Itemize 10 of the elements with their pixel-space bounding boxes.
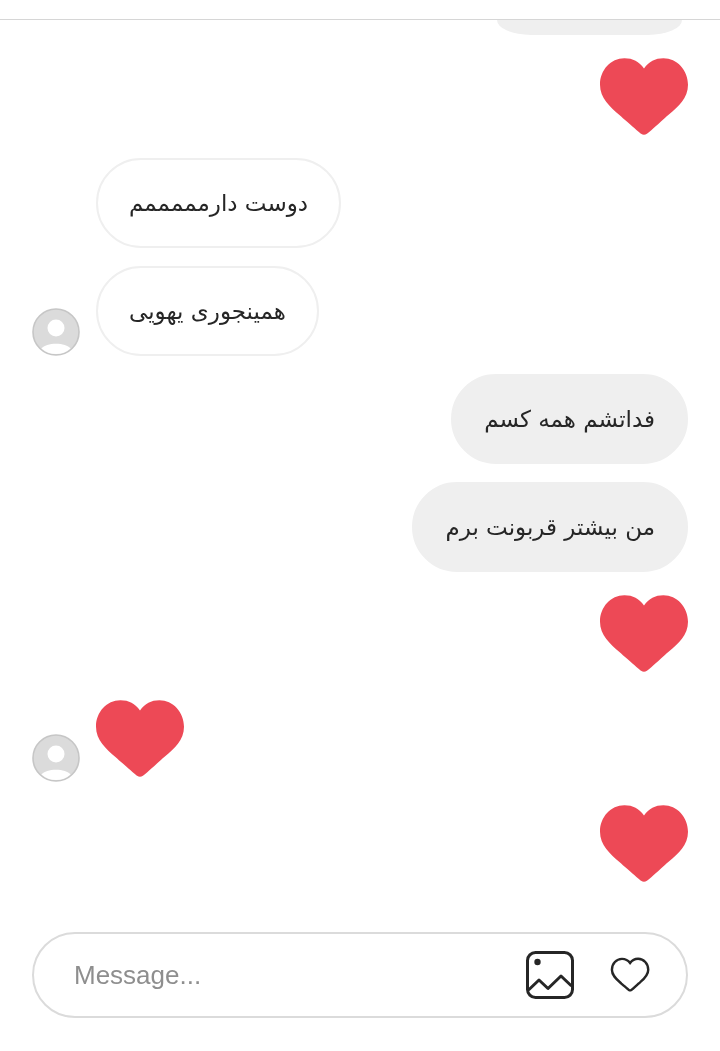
- heart-icon: [600, 58, 688, 135]
- message-bubble: من بیشتر قربونت برم: [412, 482, 688, 572]
- message-bubble: فداتشم همه کسم: [451, 374, 688, 464]
- message-bubble: همینجوری یهویی: [96, 266, 319, 356]
- heart-icon: [600, 595, 688, 672]
- message-input[interactable]: Message...: [74, 959, 494, 991]
- heart-icon: [600, 805, 688, 882]
- image-icon[interactable]: [526, 951, 574, 999]
- message-bubble: دوست دارمممممم: [96, 158, 342, 248]
- heart-icon: [96, 700, 184, 777]
